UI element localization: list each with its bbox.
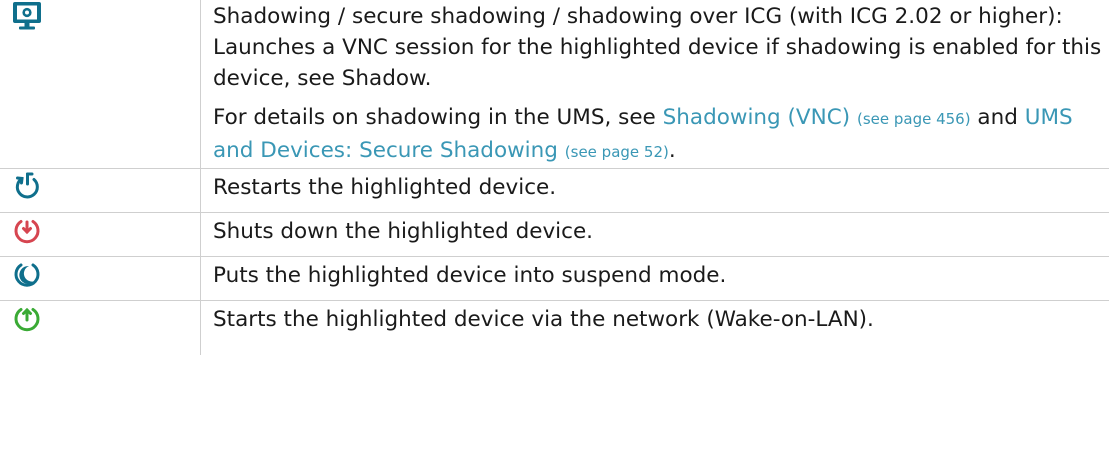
icon-cell	[0, 300, 201, 355]
monitor-shadowing-icon[interactable]	[12, 1, 42, 31]
icon-cell	[0, 0, 201, 169]
shadowing-vnc-link[interactable]: Shadowing (VNC)	[663, 105, 851, 130]
table-row-suspend: Puts the highlighted device into suspend…	[0, 256, 1109, 301]
suspend-icon[interactable]	[12, 260, 42, 290]
icon-cell	[0, 212, 201, 257]
table-row-wake-on-lan: Starts the highlighted device via the ne…	[0, 300, 1109, 355]
shadowing-description: Shadowing / secure shadowing / shadowing…	[213, 4, 1102, 91]
shutdown-icon[interactable]	[12, 216, 42, 246]
details-prefix: For details on shadowing in the UMS, see	[213, 105, 663, 130]
details-and: and	[970, 105, 1025, 130]
description-cell: Shuts down the highlighted device.	[200, 212, 1109, 257]
table-row-shadowing: Shadowing / secure shadowing / shadowing…	[0, 0, 1109, 169]
restart-icon[interactable]	[12, 172, 42, 202]
secure-shadowing-page-ref[interactable]: (see page 52)	[565, 143, 669, 161]
icon-cell	[0, 256, 201, 301]
description-cell: Restarts the highlighted device.	[200, 168, 1109, 213]
description-cell: Puts the highlighted device into suspend…	[200, 256, 1109, 301]
wake-on-lan-icon[interactable]	[12, 304, 42, 334]
table-row-restart: Restarts the highlighted device.	[0, 168, 1109, 213]
shadowing-vnc-page-ref[interactable]: (see page 456)	[857, 110, 971, 128]
shadowing-details: For details on shadowing in the UMS, see…	[213, 102, 1109, 168]
icon-cell	[0, 168, 201, 213]
description-cell: Shadowing / secure shadowing / shadowing…	[200, 0, 1109, 169]
device-commands-table: Shadowing / secure shadowing / shadowing…	[0, 0, 1109, 355]
table-row-shutdown: Shuts down the highlighted device.	[0, 212, 1109, 257]
details-end: .	[668, 138, 676, 163]
description-cell: Starts the highlighted device via the ne…	[213, 307, 874, 332]
